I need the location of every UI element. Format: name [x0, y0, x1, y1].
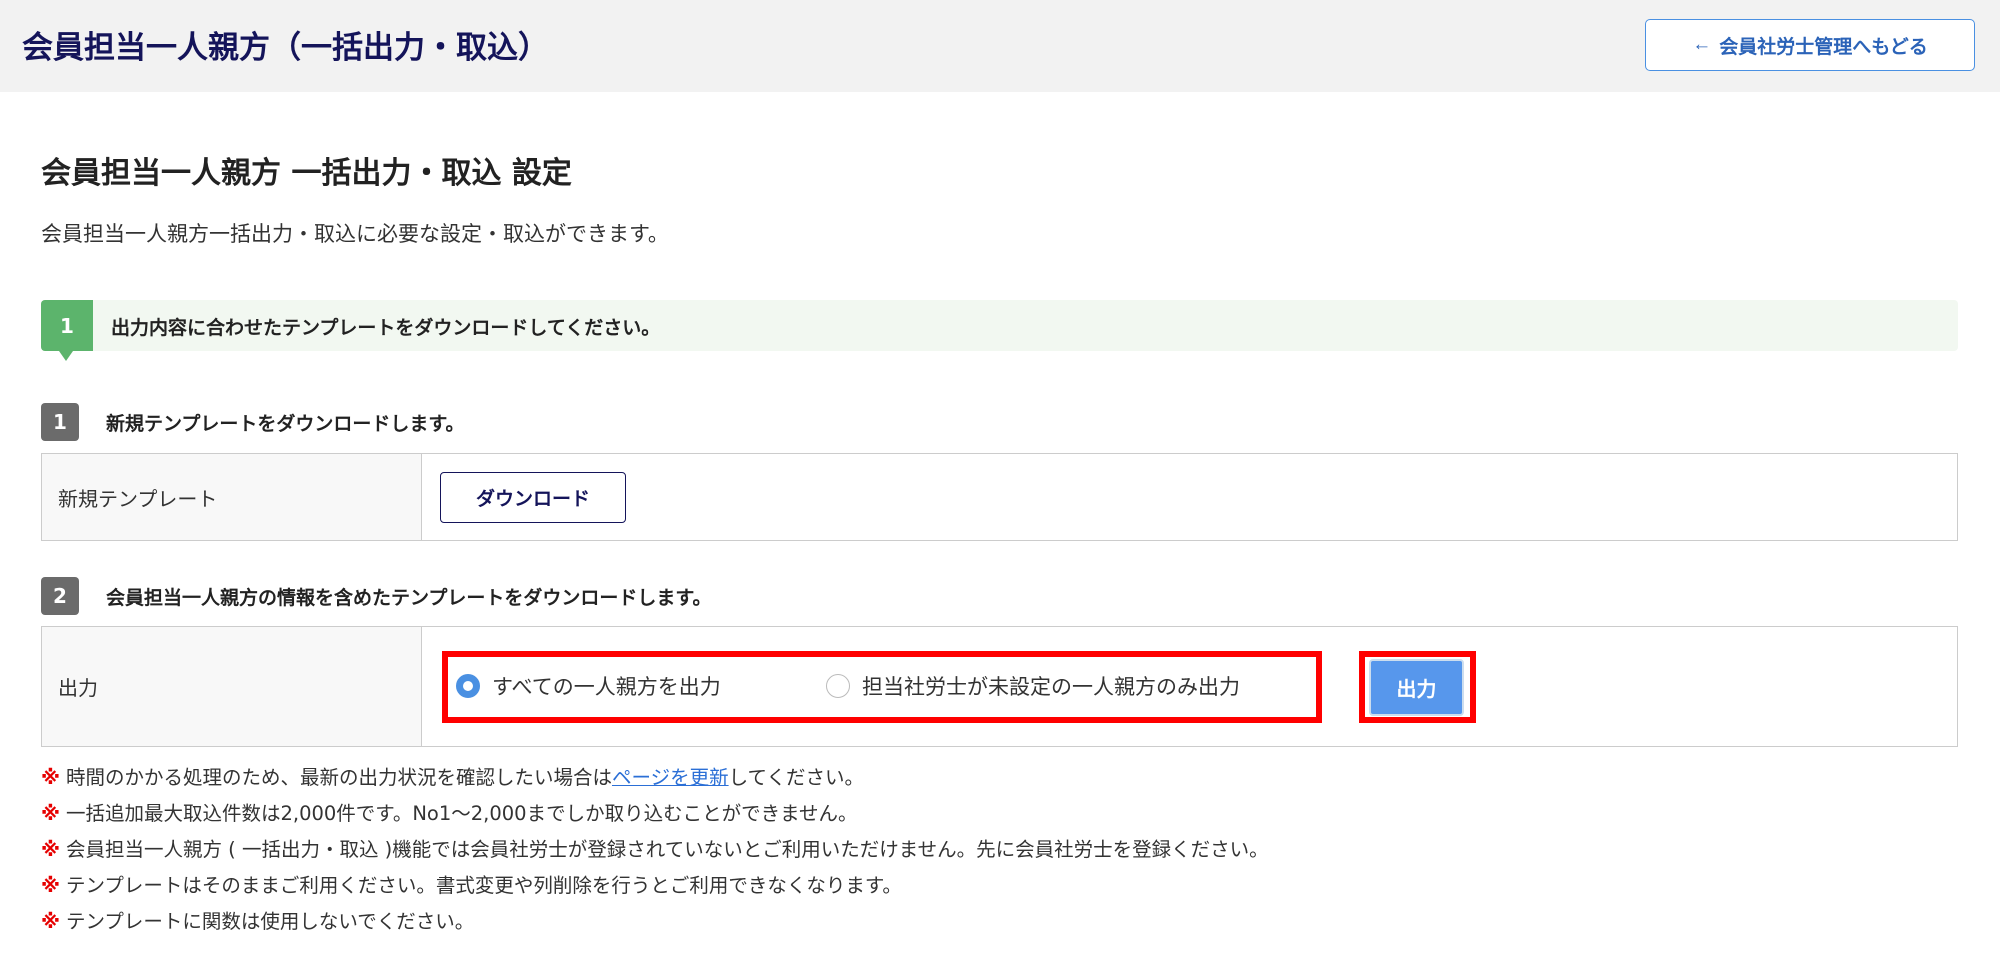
note-text: 一括追加最大取込件数は2,000件です。No1～2,000までしか取り込むことが…	[65, 802, 858, 825]
radio-unselected-icon[interactable]	[826, 674, 850, 698]
note-item: ※ 時間のかかる処理のため、最新の出力状況を確認したい場合はページを更新してくださ…	[41, 764, 1269, 800]
note-mark: ※	[41, 802, 60, 825]
note-text: 時間のかかる処理のため、最新の出力状況を確認したい場合は	[65, 766, 612, 789]
step-number: 1	[41, 300, 93, 361]
note-text: テンプレートに関数は使用しないでください。	[65, 910, 475, 933]
output-table: 出力 すべての一人親方を出力 担当社労士が未設定の一人親方のみ出力 出力	[41, 626, 1958, 747]
output-button[interactable]: 出力	[1369, 659, 1464, 716]
new-template-label: 新規テンプレート	[42, 454, 422, 540]
output-label: 出力	[42, 627, 422, 746]
page-title: 会員担当一人親方（一括出力・取込）	[22, 30, 549, 66]
section2-badge: 2	[41, 577, 79, 615]
note-text: テンプレートはそのままご利用ください。書式変更や列削除を行うとご利用できなくなり…	[65, 874, 902, 897]
radio-unassigned[interactable]: 担当社労士が未設定の一人親方のみ出力	[826, 671, 1240, 701]
new-template-table: 新規テンプレート ダウンロード	[41, 453, 1958, 541]
note-mark: ※	[41, 874, 60, 897]
page-description: 会員担当一人親方一括出力・取込に必要な設定・取込ができます。	[41, 222, 669, 246]
note-mark: ※	[41, 910, 60, 933]
section1-title: 新規テンプレートをダウンロードします。	[106, 412, 465, 435]
radio-all[interactable]: すべての一人親方を出力	[456, 671, 721, 701]
notes-list: ※ 時間のかかる処理のため、最新の出力状況を確認したい場合はページを更新してくださ…	[41, 764, 1269, 944]
step-text: 出力内容に合わせたテンプレートをダウンロードしてください。	[111, 317, 661, 339]
note-item: ※ 会員担当一人親方 ( 一括出力・取込 )機能では会員社労士が登録されていないと…	[41, 836, 1269, 872]
section2-header: 2 会員担当一人親方の情報を含めたテンプレートをダウンロードします。	[41, 577, 712, 615]
download-button[interactable]: ダウンロード	[440, 472, 626, 523]
section1-header: 1 新規テンプレートをダウンロードします。	[41, 403, 465, 441]
section-heading: 会員担当一人親方 一括出力・取込 設定	[41, 156, 572, 191]
page-header: 会員担当一人親方（一括出力・取込） ← 会員社労士管理へもどる	[0, 0, 2000, 92]
radio-all-label: すべての一人親方を出力	[492, 675, 721, 699]
note-text: 会員担当一人親方 ( 一括出力・取込 )機能では会員社労士が登録されていないとご…	[65, 838, 1269, 861]
note-mark: ※	[41, 766, 60, 789]
note-item: ※ テンプレートに関数は使用しないでください。	[41, 908, 1269, 944]
back-button-label: 会員社労士管理へもどる	[1719, 36, 1928, 58]
back-button[interactable]: ← 会員社労士管理へもどる	[1645, 19, 1975, 71]
section1-badge: 1	[41, 403, 79, 441]
radio-selected-icon[interactable]	[456, 674, 480, 698]
radio-unassigned-label: 担当社労士が未設定の一人親方のみ出力	[862, 675, 1240, 699]
arrow-left-icon: ←	[1692, 34, 1712, 55]
refresh-page-link[interactable]: ページを更新	[612, 766, 729, 789]
section2-title: 会員担当一人親方の情報を含めたテンプレートをダウンロードします。	[106, 586, 712, 609]
note-item: ※ テンプレートはそのままご利用ください。書式変更や列削除を行うとご利用できなくな…	[41, 872, 1269, 908]
note-text: してください。	[728, 766, 864, 789]
step-banner: 1 出力内容に合わせたテンプレートをダウンロードしてください。	[41, 300, 1958, 361]
note-item: ※ 一括追加最大取込件数は2,000件です。No1～2,000までしか取り込むこと…	[41, 800, 1269, 836]
note-mark: ※	[41, 838, 60, 861]
